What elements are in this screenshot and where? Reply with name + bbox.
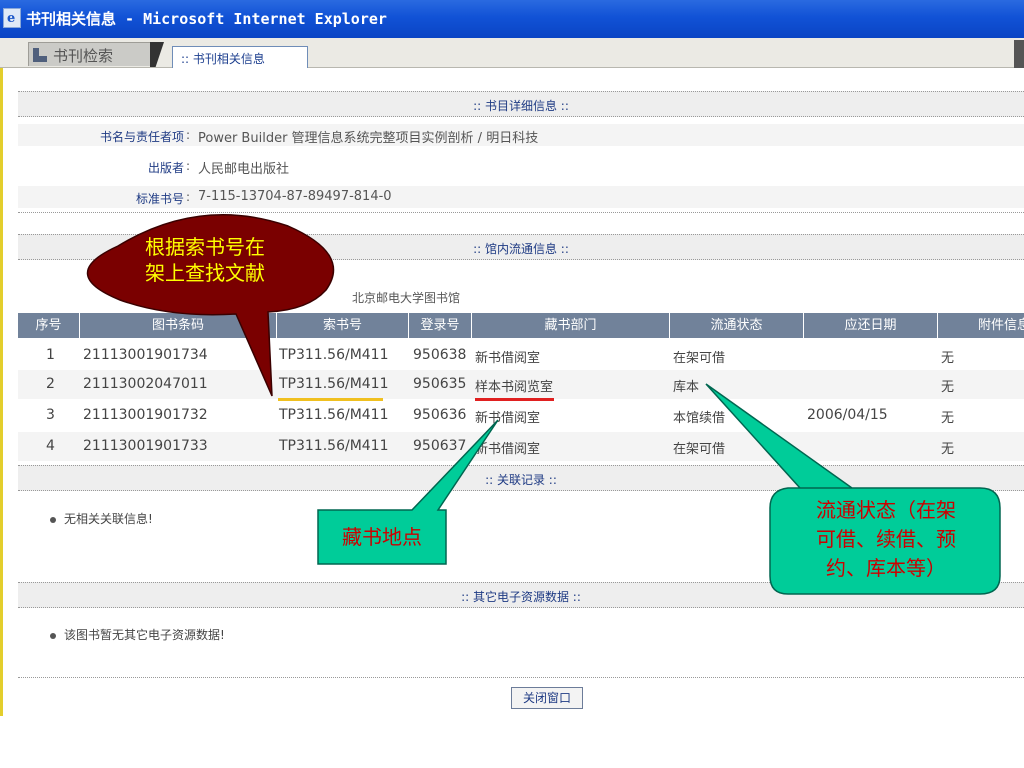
callout-status-text: 流通状态（在架 可借、续借、预 约、库本等）	[816, 498, 956, 580]
callout-location-text: 藏书地点	[342, 525, 422, 549]
callout-call-number-text: 根据索书号在 架上查找文献	[145, 235, 265, 285]
annotation-overlay	[86, 214, 1001, 595]
